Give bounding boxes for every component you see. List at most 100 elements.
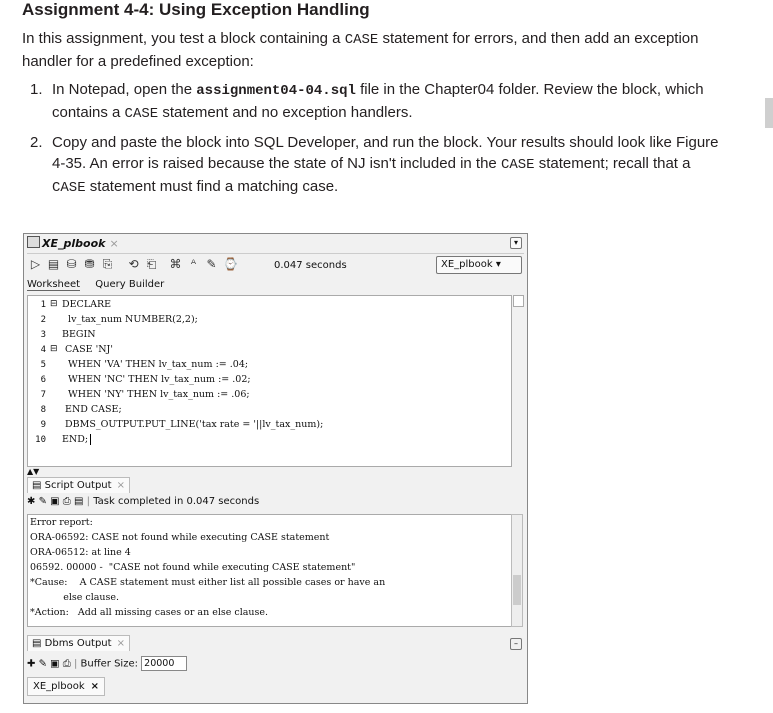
line-number: 5 — [40, 360, 46, 370]
editor-subtabs: Worksheet Query Builder — [27, 279, 176, 291]
intro-paragraph: In this assignment, you test a block con… — [22, 28, 722, 72]
line-number: 1 — [40, 300, 46, 310]
tab-script-output[interactable]: ▤ Script Output × — [27, 477, 130, 493]
line-number: 8 — [40, 405, 46, 415]
step-text: statement must find a matching case. — [85, 178, 339, 195]
step-1: 1. In Notepad, open the assignment04-04.… — [30, 79, 720, 125]
line-number: 10 — [35, 435, 46, 445]
page-scrollbar[interactable] — [765, 98, 773, 128]
code-keyword: CASE — [344, 32, 379, 48]
step-number: 1. — [30, 81, 43, 98]
line-number-gutter: 1 2 3 4 5 6 7 8 9 10 — [28, 296, 48, 466]
sql-developer-screenshot: XE_plbook × ▾ ▷ ▤ ⛁ ⛃ ⎘ ⟲ ⎗ ⌘ ᴬ ✎ ⌚ 0.047… — [23, 233, 528, 704]
output-scrollbar[interactable] — [511, 514, 523, 627]
worksheet-tab-label: XE_plbook — [42, 237, 106, 250]
export-icon[interactable]: ▤ — [74, 496, 83, 507]
collapse-icon[interactable]: ⊟ — [50, 299, 58, 309]
line-number: 2 — [40, 315, 46, 325]
close-icon[interactable]: × — [117, 480, 125, 491]
rollback-icon[interactable]: ⛃ — [83, 258, 96, 271]
close-icon[interactable]: × — [117, 638, 125, 649]
code-line: WHEN 'NY' THEN lv_tax_num := .06; — [62, 389, 250, 400]
database-icon — [27, 236, 40, 248]
sql-editor[interactable]: 1 2 3 4 5 6 7 8 9 10 ⊟ ⊟ DECLARE lv_tax_… — [27, 295, 512, 467]
buffer-size-label: Buffer Size: — [80, 658, 138, 670]
line-number: 4 — [40, 345, 46, 355]
task-status: Task completed in 0.047 seconds — [93, 496, 260, 507]
connection-select[interactable]: XE_plbook ▾ — [436, 256, 522, 274]
assignment-heading: Assignment 4-4: Using Exception Handling — [22, 0, 370, 19]
steps-list: 1. In Notepad, open the assignment04-04.… — [30, 79, 720, 206]
code-line: END; — [62, 434, 89, 445]
output-line: *Cause: A CASE statement must either lis… — [30, 577, 386, 588]
clear-icon[interactable]: ✎ — [39, 496, 47, 507]
connection-tab-label: XE_plbook — [33, 681, 85, 692]
run-script-icon[interactable]: ▤ — [47, 258, 60, 271]
file-name: assignment04-04.sql — [196, 83, 356, 99]
worksheet-tab[interactable]: XE_plbook × — [27, 236, 119, 250]
dbms-output-icon: ▤ — [32, 638, 45, 649]
enable-output-icon[interactable]: ✚ — [27, 659, 35, 670]
code-line: lv_tax_num NUMBER(2,2); — [62, 314, 198, 325]
print-icon[interactable]: ⎙ — [63, 496, 71, 507]
tab-query-builder[interactable]: Query Builder — [95, 279, 164, 290]
line-number: 9 — [40, 420, 46, 430]
sql-history-icon[interactable]: ⌚ — [223, 258, 238, 271]
output-line: 06592. 00000 - "CASE not found while exe… — [30, 562, 356, 573]
code-line: WHEN 'VA' THEN lv_tax_num := .04; — [62, 359, 249, 370]
step-2: 2. Copy and paste the block into SQL Dev… — [30, 132, 720, 199]
code-line: WHEN 'NC' THEN lv_tax_num := .02; — [62, 374, 251, 385]
history-icon[interactable]: ⌘ — [169, 258, 182, 271]
pin-icon[interactable]: ✱ — [27, 496, 35, 507]
autotrace-icon[interactable]: ⎘ — [101, 258, 114, 271]
close-icon[interactable]: × — [109, 237, 118, 250]
tab-worksheet[interactable]: Worksheet — [27, 279, 81, 291]
code-line: DBMS_OUTPUT.PUT_LINE('tax rate = '||lv_t… — [62, 419, 324, 430]
print-icon[interactable]: ⎙ — [63, 659, 71, 670]
code-line: BEGIN — [62, 329, 96, 340]
splitter-icon[interactable]: ▲▼ — [27, 467, 39, 476]
code-keyword: CASE — [52, 180, 86, 196]
execution-time: 0.047 seconds — [274, 260, 347, 271]
close-icon[interactable]: × — [91, 681, 99, 692]
step-number: 2. — [30, 134, 43, 151]
line-number: 3 — [40, 330, 46, 340]
step-text: In Notepad, open the — [52, 81, 197, 98]
buffer-size-input[interactable]: 20000 — [141, 656, 188, 671]
collapse-icon[interactable]: ⊟ — [50, 344, 58, 354]
save-icon[interactable]: ▣ — [50, 659, 59, 670]
code-keyword: CASE — [500, 157, 535, 173]
tab-dbms-output[interactable]: ▤ Dbms Output × — [27, 635, 130, 651]
scrollbar-thumb[interactable] — [513, 575, 521, 605]
output-toolbar: ✱ ✎ ▣ ⎙ ▤ | Task completed in 0.047 seco… — [27, 496, 260, 507]
clear-icon[interactable]: ✎ — [205, 258, 218, 271]
code-line: END CASE; — [62, 404, 122, 415]
sql-tuning-icon[interactable]: ⎗ — [145, 258, 158, 271]
minimize-icon[interactable]: – — [510, 638, 522, 650]
output-line: ORA-06512: at line 4 — [30, 547, 131, 558]
step-text: statement and no exception handlers. — [158, 104, 413, 121]
tab-connection-output[interactable]: XE_plbook × — [27, 677, 106, 696]
script-output-panel[interactable]: Error report: ORA-06592: CASE not found … — [27, 514, 512, 627]
dbms-output-tab-label: Dbms Output — [44, 638, 112, 649]
output-line: *Action: Add all missing cases or an els… — [30, 607, 269, 618]
output-line: else clause. — [30, 592, 120, 603]
intro-text: In this assignment, you test a block con… — [22, 30, 345, 47]
explain-plan-icon[interactable]: ⟲ — [127, 258, 140, 271]
run-icon[interactable]: ▷ — [29, 258, 42, 271]
chevron-down-icon[interactable]: ▾ — [510, 237, 522, 249]
code-line: DECLARE — [62, 299, 112, 310]
format-case-icon[interactable]: ᴬ — [187, 258, 200, 271]
editor-scrollbar[interactable] — [513, 295, 524, 307]
clear-icon[interactable]: ✎ — [39, 659, 47, 670]
code-keyword: CASE — [124, 106, 159, 122]
connection-select-label: XE_plbook ▾ — [441, 259, 501, 270]
line-number: 7 — [40, 390, 46, 400]
commit-icon[interactable]: ⛁ — [65, 258, 78, 271]
output-line: Error report: — [30, 517, 93, 528]
save-icon[interactable]: ▣ — [50, 496, 59, 507]
output-line: ORA-06592: CASE not found while executin… — [30, 532, 330, 543]
dbms-toolbar: ✚ ✎ ▣ ⎙ | Buffer Size: 20000 — [27, 656, 188, 671]
step-text: statement; recall that a — [534, 155, 691, 172]
script-output-icon: ▤ — [32, 480, 45, 491]
